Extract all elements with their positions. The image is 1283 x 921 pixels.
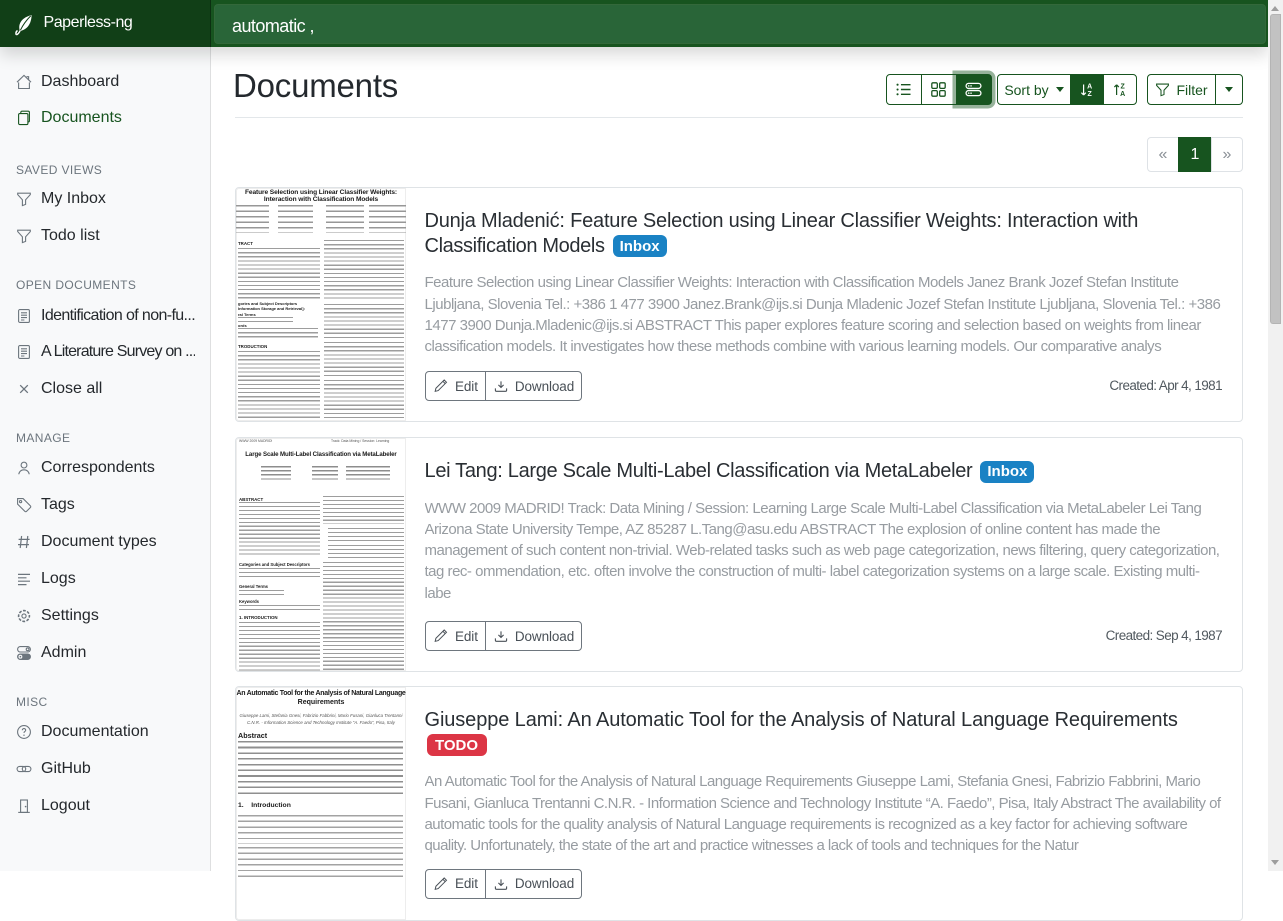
svg-text:Z: Z <box>1121 83 1126 90</box>
svg-text:Z: Z <box>1088 91 1093 98</box>
svg-text:A: A <box>1120 91 1125 98</box>
svg-text:A: A <box>1087 83 1092 90</box>
